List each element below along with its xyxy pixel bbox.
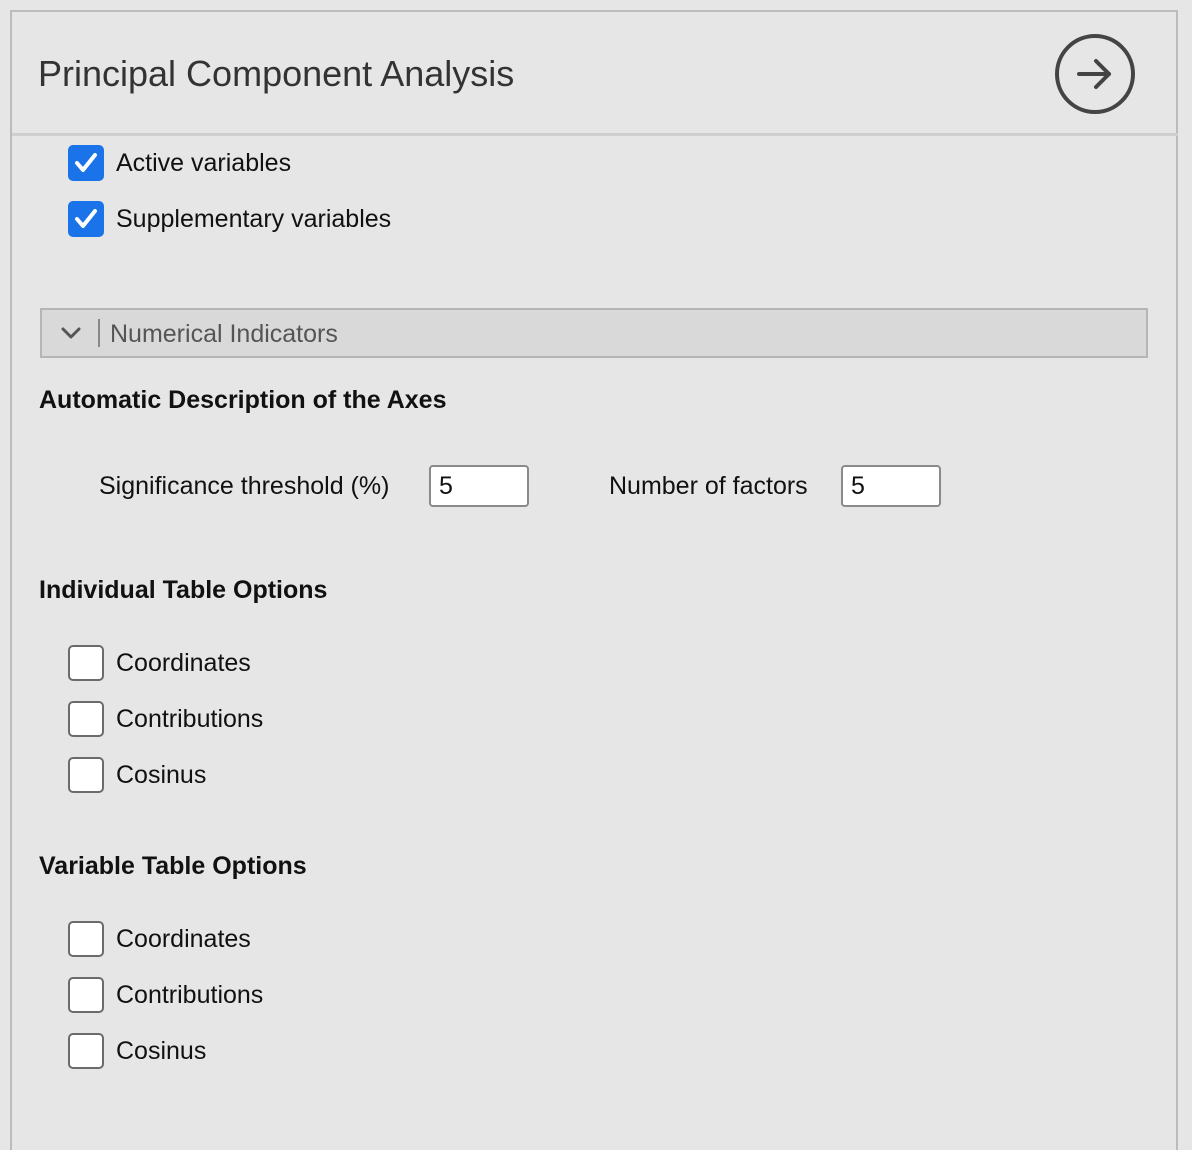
variable-coordinates-checkbox[interactable]	[68, 921, 104, 957]
individual-coordinates-checkbox[interactable]	[68, 645, 104, 681]
individual-coordinates-label: Coordinates	[116, 649, 251, 677]
number-of-factors-label: Number of factors	[609, 472, 808, 500]
variable-contributions-option[interactable]: Contributions	[68, 977, 263, 1013]
active-variables-option[interactable]: Active variables	[68, 145, 291, 181]
section-divider	[98, 319, 100, 347]
active-variables-label: Active variables	[116, 149, 292, 177]
page-title: Principal Component Analysis	[38, 53, 515, 94]
significance-threshold-label: Significance threshold (%)	[99, 472, 390, 500]
axes-heading: Automatic Description of the Axes	[39, 386, 447, 414]
individual-cosinus-checkbox[interactable]	[68, 757, 104, 793]
variable-table-heading: Variable Table Options	[39, 852, 307, 880]
number-of-factors-input[interactable]	[841, 465, 941, 507]
individual-contributions-option[interactable]: Contributions	[68, 701, 263, 737]
arrow-right-icon	[1077, 59, 1111, 89]
checkmark-icon	[75, 153, 97, 172]
variable-coordinates-option[interactable]: Coordinates	[68, 921, 251, 957]
panel-header: Principal Component Analysis	[12, 12, 1178, 136]
run-analysis-button[interactable]	[1055, 34, 1135, 114]
individual-table-heading: Individual Table Options	[39, 576, 328, 604]
variable-contributions-label: Contributions	[116, 981, 264, 1009]
variable-cosinus-checkbox[interactable]	[68, 1033, 104, 1069]
significance-threshold-input[interactable]	[429, 465, 529, 507]
supplementary-variables-label: Supplementary variables	[116, 205, 392, 233]
pca-panel: Principal Component Analysis Active vari…	[10, 10, 1178, 1150]
numerical-indicators-section-toggle[interactable]: Numerical Indicators	[40, 308, 1148, 358]
chevron-down-icon	[61, 327, 81, 339]
individual-cosinus-label: Cosinus	[116, 761, 207, 789]
variable-contributions-checkbox[interactable]	[68, 977, 104, 1013]
individual-coordinates-option[interactable]: Coordinates	[68, 645, 251, 681]
individual-contributions-checkbox[interactable]	[68, 701, 104, 737]
section-label: Numerical Indicators	[110, 320, 338, 348]
active-variables-checkbox[interactable]	[68, 145, 104, 181]
variable-coordinates-label: Coordinates	[116, 925, 251, 953]
individual-cosinus-option[interactable]: Cosinus	[68, 757, 206, 793]
supplementary-variables-option[interactable]: Supplementary variables	[68, 201, 391, 237]
checkmark-icon	[75, 209, 97, 228]
variable-cosinus-label: Cosinus	[116, 1037, 207, 1065]
supplementary-variables-checkbox[interactable]	[68, 201, 104, 237]
variable-cosinus-option[interactable]: Cosinus	[68, 1033, 206, 1069]
individual-contributions-label: Contributions	[116, 705, 264, 733]
